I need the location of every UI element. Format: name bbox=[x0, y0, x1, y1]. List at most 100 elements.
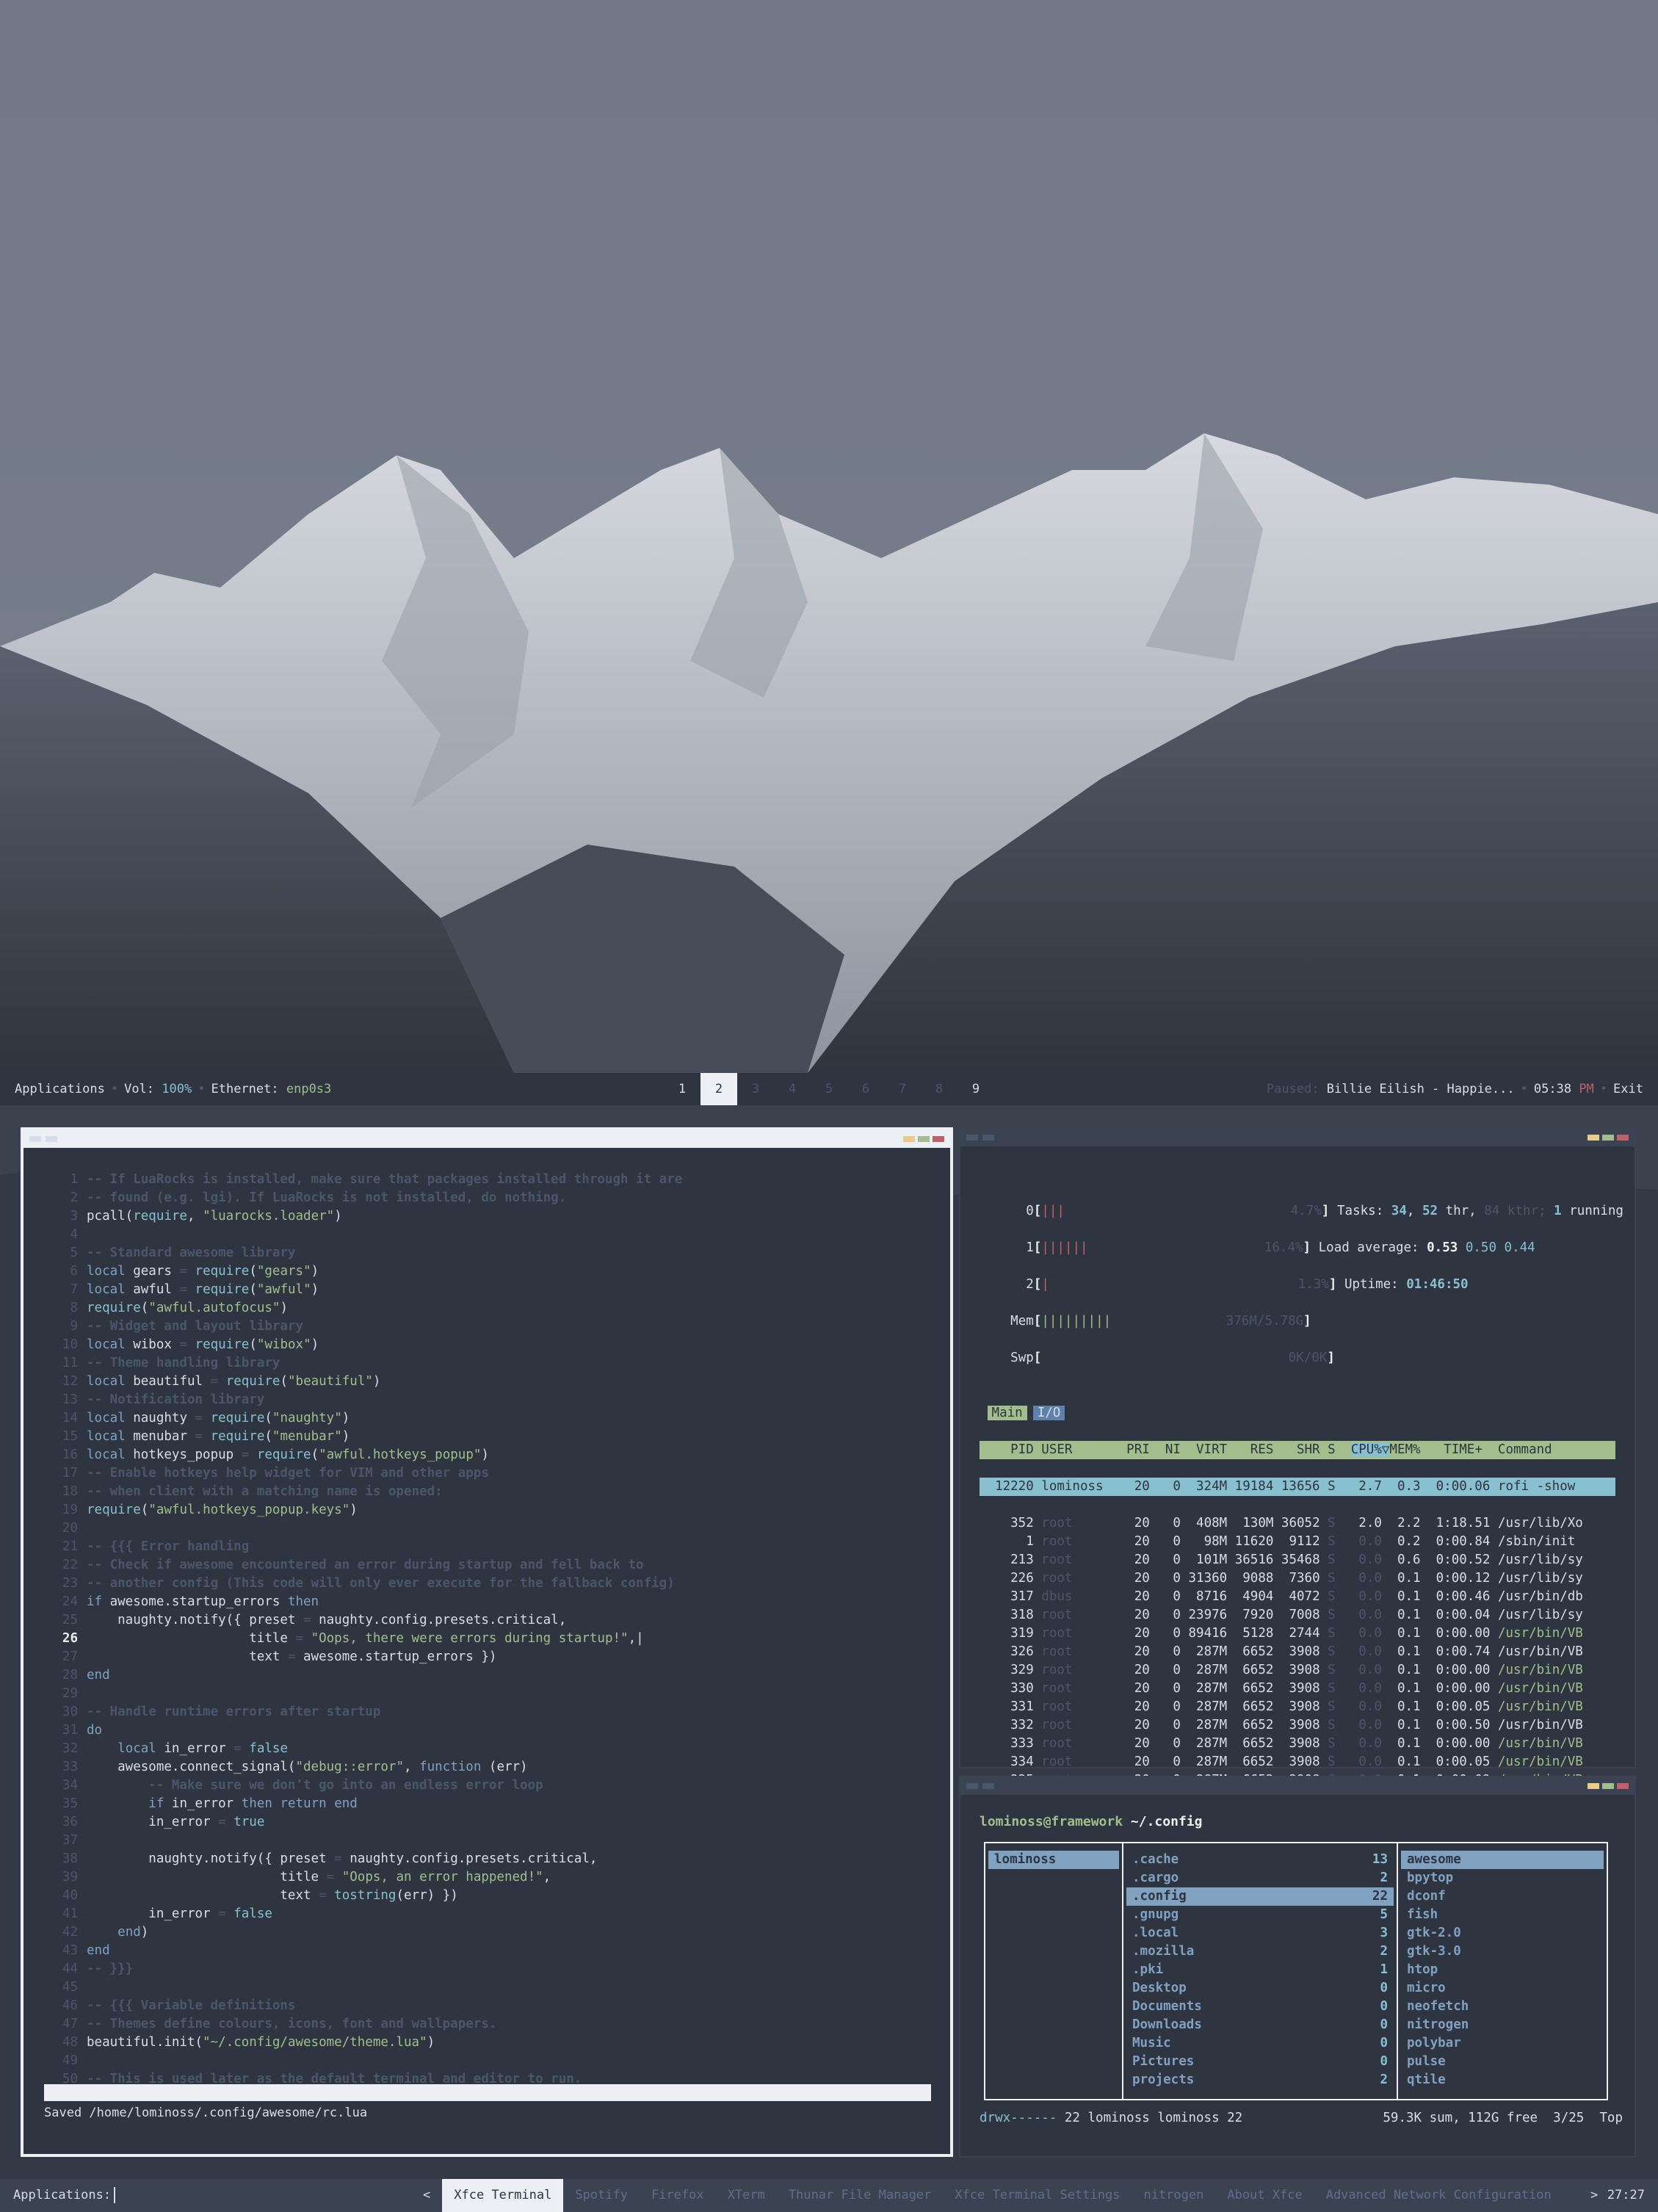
code-line[interactable]: 25 naughty.notify({ preset = naughty.con… bbox=[37, 1611, 933, 1630]
code-line[interactable]: 28 end bbox=[37, 1666, 933, 1685]
table-row[interactable]: 326 root 20 0 287M 6652 3908 S 0.0 0.1 0… bbox=[980, 1643, 1615, 1661]
list-item[interactable]: neofetch bbox=[1401, 1998, 1604, 2016]
minimize-button[interactable] bbox=[903, 1136, 915, 1142]
code-line[interactable]: 31 do bbox=[37, 1721, 933, 1740]
code-line[interactable]: 14 local naughty = require("naughty") bbox=[37, 1409, 933, 1428]
code-line[interactable]: 23 -- another config (This code will only… bbox=[37, 1575, 933, 1593]
list-item[interactable]: fish bbox=[1401, 1906, 1604, 1924]
table-row[interactable]: 319 root 20 0 89416 5128 2744 S 0.0 0.1 … bbox=[980, 1624, 1615, 1643]
list-item[interactable]: awesome bbox=[1401, 1851, 1604, 1869]
minimize-button[interactable] bbox=[1588, 1783, 1599, 1789]
code-line[interactable]: 27 text = awesome.startup_errors }) bbox=[37, 1648, 933, 1666]
maximize-button[interactable] bbox=[1602, 1135, 1614, 1141]
code-line[interactable]: 1 -- If LuaRocks is installed, make sure … bbox=[37, 1171, 933, 1189]
list-item[interactable]: pulse bbox=[1401, 2053, 1604, 2071]
table-row[interactable]: 334 root 20 0 287M 6652 3908 S 0.0 0.1 0… bbox=[980, 1753, 1615, 1771]
code-line[interactable]: 15 local menubar = require("menubar") bbox=[37, 1428, 933, 1446]
code-line[interactable]: 4 bbox=[37, 1226, 933, 1244]
code-line[interactable]: 24 if awesome.startup_errors then bbox=[37, 1593, 933, 1611]
list-item[interactable]: qtile bbox=[1401, 2071, 1604, 2089]
sort-column-cpu[interactable]: CPU%▽ bbox=[1350, 1442, 1390, 1457]
list-item[interactable]: projects 2 bbox=[1126, 2071, 1394, 2089]
task-item[interactable]: nitrogen bbox=[1132, 2179, 1215, 2212]
file-manager-window[interactable]: lominoss@framework ~/.config lominoss .c… bbox=[959, 1776, 1636, 2158]
code-line[interactable]: 44 -- }}} bbox=[37, 1960, 933, 1978]
minimize-button[interactable] bbox=[1588, 1135, 1599, 1141]
code-line[interactable]: 18 -- when client with a matching name is… bbox=[37, 1483, 933, 1501]
workspace-8[interactable]: 8 bbox=[921, 1073, 957, 1105]
sticky-button[interactable] bbox=[29, 1136, 41, 1142]
code-area[interactable]: 1 -- If LuaRocks is installed, make sure … bbox=[37, 1171, 933, 2089]
close-button[interactable] bbox=[933, 1136, 944, 1142]
process-table-header[interactable]: PID USER PRI NI VIRT RES SHR S CPU%▽MEM%… bbox=[980, 1441, 1615, 1459]
code-line[interactable]: 11 -- Theme handling library bbox=[37, 1354, 933, 1373]
table-row[interactable]: 1 root 20 0 98M 11620 9112 S 0.0 0.2 0:0… bbox=[980, 1533, 1615, 1551]
ontop-button[interactable] bbox=[982, 1783, 994, 1789]
code-line[interactable]: 20 bbox=[37, 1519, 933, 1538]
code-line[interactable]: 38 naughty.notify({ preset = naughty.con… bbox=[37, 1850, 933, 1868]
editor-window[interactable]: 1 -- If LuaRocks is installed, make sure … bbox=[21, 1127, 953, 2157]
list-item[interactable]: Downloads 0 bbox=[1126, 2016, 1394, 2034]
workspace-2[interactable]: 2 bbox=[701, 1073, 737, 1105]
code-line[interactable]: 30 -- Handle runtime errors after startup bbox=[37, 1703, 933, 1721]
list-item[interactable]: .cache 13 bbox=[1126, 1851, 1394, 1869]
list-item[interactable]: dconf bbox=[1401, 1887, 1604, 1906]
code-line[interactable]: 34 -- Make sure we don't go into an endl… bbox=[37, 1777, 933, 1795]
htop-titlebar[interactable] bbox=[960, 1129, 1635, 1146]
workspace-4[interactable]: 4 bbox=[774, 1073, 811, 1105]
code-line[interactable]: 40 text = tostring(err) }) bbox=[37, 1887, 933, 1905]
task-item[interactable]: Xfce Terminal bbox=[442, 2179, 564, 2212]
code-line[interactable]: 13 -- Notification library bbox=[37, 1391, 933, 1409]
code-line[interactable]: 26 title = "Oops, there were errors duri… bbox=[37, 1630, 933, 1648]
task-item[interactable]: Advanced Network Configuration bbox=[1314, 2179, 1563, 2212]
list-item[interactable]: nitrogen bbox=[1401, 2016, 1604, 2034]
list-item[interactable]: Documents 0 bbox=[1126, 1998, 1394, 2016]
list-item[interactable]: lominoss bbox=[988, 1851, 1119, 1869]
list-item[interactable]: polybar bbox=[1401, 2034, 1604, 2053]
code-line[interactable]: 39 title = "Oops, an error happened!", bbox=[37, 1868, 933, 1887]
close-button[interactable] bbox=[1617, 1783, 1629, 1789]
code-line[interactable]: 32 local in_error = false bbox=[37, 1740, 933, 1758]
task-item[interactable]: Xfce Terminal Settings bbox=[943, 2179, 1132, 2212]
task-item[interactable]: Thunar File Manager bbox=[777, 2179, 943, 2212]
sticky-button[interactable] bbox=[966, 1135, 978, 1141]
workspace-3[interactable]: 3 bbox=[737, 1073, 774, 1105]
list-item[interactable]: .local 3 bbox=[1126, 1924, 1394, 1942]
tab-io[interactable]: I/O bbox=[1032, 1406, 1065, 1420]
table-row-selected[interactable]: 12220 lominoss 20 0 324M 19184 13656 S 2… bbox=[980, 1478, 1615, 1496]
code-line[interactable]: 48 beautiful.init("~/.config/awesome/them… bbox=[37, 2034, 933, 2052]
htop-window[interactable]: 0[||| 4.7%] Tasks: 34, 52 thr, 84 kthr; 1… bbox=[959, 1127, 1636, 1916]
code-line[interactable]: 21 -- {{{ Error handling bbox=[37, 1538, 933, 1556]
code-line[interactable]: 17 -- Enable hotkeys help widget for VIM … bbox=[37, 1464, 933, 1483]
task-item[interactable]: About Xfce bbox=[1215, 2179, 1314, 2212]
code-line[interactable]: 16 local hotkeys_popup = require("awful.h… bbox=[37, 1446, 933, 1464]
code-line[interactable]: 45 bbox=[37, 1978, 933, 1997]
list-item[interactable]: gtk-3.0 bbox=[1401, 1942, 1604, 1961]
list-item[interactable]: bpytop bbox=[1401, 1869, 1604, 1887]
table-row[interactable]: 213 root 20 0 101M 36516 35468 S 0.0 0.6… bbox=[980, 1551, 1615, 1569]
list-item[interactable]: .cargo 2 bbox=[1126, 1869, 1394, 1887]
ranger-titlebar[interactable] bbox=[960, 1777, 1635, 1795]
app-launcher-prompt[interactable]: Applications: bbox=[13, 2179, 116, 2212]
code-line[interactable]: 36 in_error = true bbox=[37, 1813, 933, 1832]
code-line[interactable]: 19 require("awful.hotkeys_popup.keys") bbox=[37, 1501, 933, 1519]
code-line[interactable]: 5 -- Standard awesome library bbox=[37, 1244, 933, 1262]
code-line[interactable]: 12 local beautiful = require("beautiful") bbox=[37, 1373, 933, 1391]
code-line[interactable]: 6 local gears = require("gears") bbox=[37, 1262, 933, 1281]
table-row[interactable]: 330 root 20 0 287M 6652 3908 S 0.0 0.1 0… bbox=[980, 1680, 1615, 1698]
media-track[interactable]: Billie Eilish - Happie... bbox=[1327, 1082, 1515, 1096]
maximize-button[interactable] bbox=[918, 1136, 930, 1142]
task-item[interactable]: Spotify bbox=[563, 2179, 640, 2212]
list-item[interactable]: Pictures 0 bbox=[1126, 2053, 1394, 2071]
tab-main[interactable]: Main bbox=[987, 1406, 1027, 1420]
ontop-button[interactable] bbox=[982, 1135, 994, 1141]
task-item[interactable]: Firefox bbox=[640, 2179, 716, 2212]
code-line[interactable]: 10 local wibox = require("wibox") bbox=[37, 1336, 933, 1354]
code-line[interactable]: 41 in_error = false bbox=[37, 1905, 933, 1923]
code-line[interactable]: 46 -- {{{ Variable definitions bbox=[37, 1997, 933, 2015]
exit-button[interactable]: Exit bbox=[1613, 1082, 1643, 1096]
code-line[interactable]: 9 -- Widget and layout library bbox=[37, 1318, 933, 1336]
sticky-button[interactable] bbox=[966, 1783, 978, 1789]
table-row[interactable]: 352 root 20 0 408M 130M 36052 S 2.0 2.2 … bbox=[980, 1514, 1615, 1533]
list-item[interactable]: Music 0 bbox=[1126, 2034, 1394, 2053]
